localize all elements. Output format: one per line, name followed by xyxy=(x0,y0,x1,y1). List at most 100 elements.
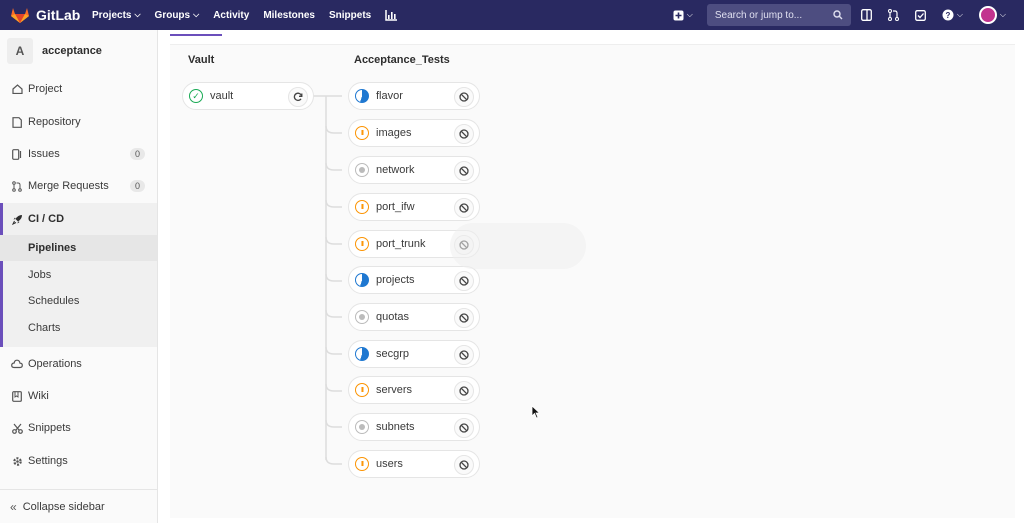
cancel-icon[interactable] xyxy=(454,198,474,218)
cancel-icon[interactable] xyxy=(454,345,474,365)
job-name: subnets xyxy=(376,421,415,433)
merge-request-icon[interactable] xyxy=(887,9,899,21)
cancel-icon[interactable] xyxy=(454,381,474,401)
job-quotas[interactable]: quotas xyxy=(348,303,480,331)
project-name: acceptance xyxy=(42,45,102,57)
chart-icon[interactable] xyxy=(385,9,398,21)
new-dropdown[interactable]: ⌵ xyxy=(673,10,693,21)
sidebar-item-label: Project xyxy=(28,83,63,95)
sidebar-item-label: Issues xyxy=(28,148,60,160)
sidebar-item-repository[interactable]: Repository xyxy=(0,108,157,136)
collapse-sidebar-button[interactable]: « Collapse sidebar xyxy=(0,489,157,523)
main-content: Vault Acceptance_Tests ✓ vault flavor II… xyxy=(158,30,1024,523)
chevron-down-icon: ⌵ xyxy=(134,10,141,19)
sidebar-item-label: Snippets xyxy=(28,422,71,434)
gitlab-home-link[interactable]: GitLab xyxy=(10,6,88,24)
chevron-down-icon: ⌵ xyxy=(956,10,963,19)
status-running-icon xyxy=(355,89,369,103)
job-images[interactable]: II images xyxy=(348,119,480,147)
status-running-icon xyxy=(355,273,369,287)
chevron-down-icon: ⌵ xyxy=(193,10,200,19)
job-secgrp[interactable]: secgrp xyxy=(348,340,480,368)
job-name: projects xyxy=(376,274,415,286)
search-input[interactable]: Search or jump to... xyxy=(706,4,851,26)
sidebar-item-project[interactable]: Project xyxy=(0,75,157,103)
cancel-icon[interactable] xyxy=(454,161,474,181)
pipeline-graph xyxy=(170,44,1015,518)
job-port-ifw[interactable]: II port_ifw xyxy=(348,193,480,221)
status-pending-icon: II xyxy=(355,126,369,140)
status-pending-icon: II xyxy=(355,457,369,471)
cancel-icon[interactable] xyxy=(454,308,474,328)
job-servers[interactable]: II servers xyxy=(348,376,480,404)
job-network[interactable]: network xyxy=(348,156,480,184)
sidebar-item-label: Repository xyxy=(28,116,81,128)
gear-icon xyxy=(10,456,24,467)
scissors-icon xyxy=(10,423,24,434)
sidebar-subitem-charts[interactable]: Charts xyxy=(0,315,157,341)
help-dropdown[interactable]: ? ⌵ xyxy=(942,9,963,21)
search-icon xyxy=(833,10,843,20)
job-name: port_trunk xyxy=(376,238,426,250)
nav-groups[interactable]: Groups ⌵ xyxy=(155,10,200,21)
sidebar-item-merge-requests[interactable]: Merge Requests 0 xyxy=(0,172,157,200)
cancel-icon[interactable] xyxy=(454,271,474,291)
sidebar-item-label: Merge Requests xyxy=(28,180,109,192)
search-placeholder: Search or jump to... xyxy=(714,9,803,21)
cancel-icon[interactable] xyxy=(454,455,474,475)
brand-name: GitLab xyxy=(36,7,81,23)
project-avatar: A xyxy=(7,38,33,64)
svg-text:?: ? xyxy=(945,11,950,20)
issues-count-badge: 0 xyxy=(129,148,145,160)
stage-title-vault: Vault xyxy=(188,54,215,66)
sidebar-item-label: Settings xyxy=(28,455,68,467)
nav-right: ⌵ Search or jump to... ? ⌵ ⌵ xyxy=(673,0,1024,30)
job-name: network xyxy=(376,164,415,176)
status-created-icon xyxy=(355,163,369,177)
sidebar-item-label: CI / CD xyxy=(28,213,65,225)
user-menu[interactable]: ⌵ xyxy=(978,6,1006,24)
active-tab-indicator xyxy=(170,34,222,36)
sidebar-subitem-pipelines[interactable]: Pipelines xyxy=(0,235,157,261)
job-name: vault xyxy=(210,90,234,102)
sidebar-item-issues[interactable]: Issues 0 xyxy=(0,140,157,168)
sidebar-item-cicd[interactable]: CI / CD xyxy=(0,205,157,233)
stage-connector xyxy=(310,95,342,465)
chevron-down-icon: ⌵ xyxy=(999,10,1006,19)
sidebar-subitem-jobs[interactable]: Jobs xyxy=(0,262,157,288)
plus-square-icon xyxy=(673,10,684,20)
nav-projects[interactable]: Projects ⌵ xyxy=(92,10,141,21)
merge-requests-count-badge: 0 xyxy=(129,180,145,192)
sidebar-item-settings[interactable]: Settings xyxy=(0,447,157,475)
job-flavor[interactable]: flavor xyxy=(348,82,480,110)
nav-activity[interactable]: Activity xyxy=(213,10,249,21)
sidebar-toggle-icon[interactable] xyxy=(860,9,872,21)
job-name: quotas xyxy=(376,311,410,323)
job-name: images xyxy=(376,127,412,139)
sidebar-subitem-schedules[interactable]: Schedules xyxy=(0,288,157,314)
todo-check-icon[interactable] xyxy=(914,9,926,21)
help-icon: ? xyxy=(942,9,954,21)
nav-milestones[interactable]: Milestones xyxy=(263,10,315,21)
main-nav: Projects ⌵ Groups ⌵ Activity Milestones Sn… xyxy=(92,9,411,21)
merge-request-icon xyxy=(10,180,24,192)
stage-title-acceptance-tests: Acceptance_Tests xyxy=(354,54,450,66)
cloud-icon xyxy=(10,359,24,369)
job-users[interactable]: II users xyxy=(348,450,480,478)
job-vault[interactable]: ✓ vault xyxy=(182,82,314,110)
status-created-icon xyxy=(355,310,369,324)
double-chevron-left-icon: « xyxy=(10,499,17,514)
job-projects[interactable]: projects xyxy=(348,266,480,294)
nav-snippets[interactable]: Snippets xyxy=(329,10,371,21)
sidebar-item-wiki[interactable]: Wiki xyxy=(0,382,157,410)
sidebar-item-operations[interactable]: Operations xyxy=(0,350,157,378)
project-header[interactable]: A acceptance xyxy=(0,30,157,72)
rocket-icon xyxy=(10,214,24,225)
cancel-icon[interactable] xyxy=(454,418,474,438)
sidebar-item-snippets[interactable]: Snippets xyxy=(0,414,157,442)
cancel-icon[interactable] xyxy=(454,124,474,144)
status-pending-icon: II xyxy=(355,237,369,251)
job-subnets[interactable]: subnets xyxy=(348,413,480,441)
cancel-icon[interactable] xyxy=(454,87,474,107)
retry-icon[interactable] xyxy=(288,87,308,107)
